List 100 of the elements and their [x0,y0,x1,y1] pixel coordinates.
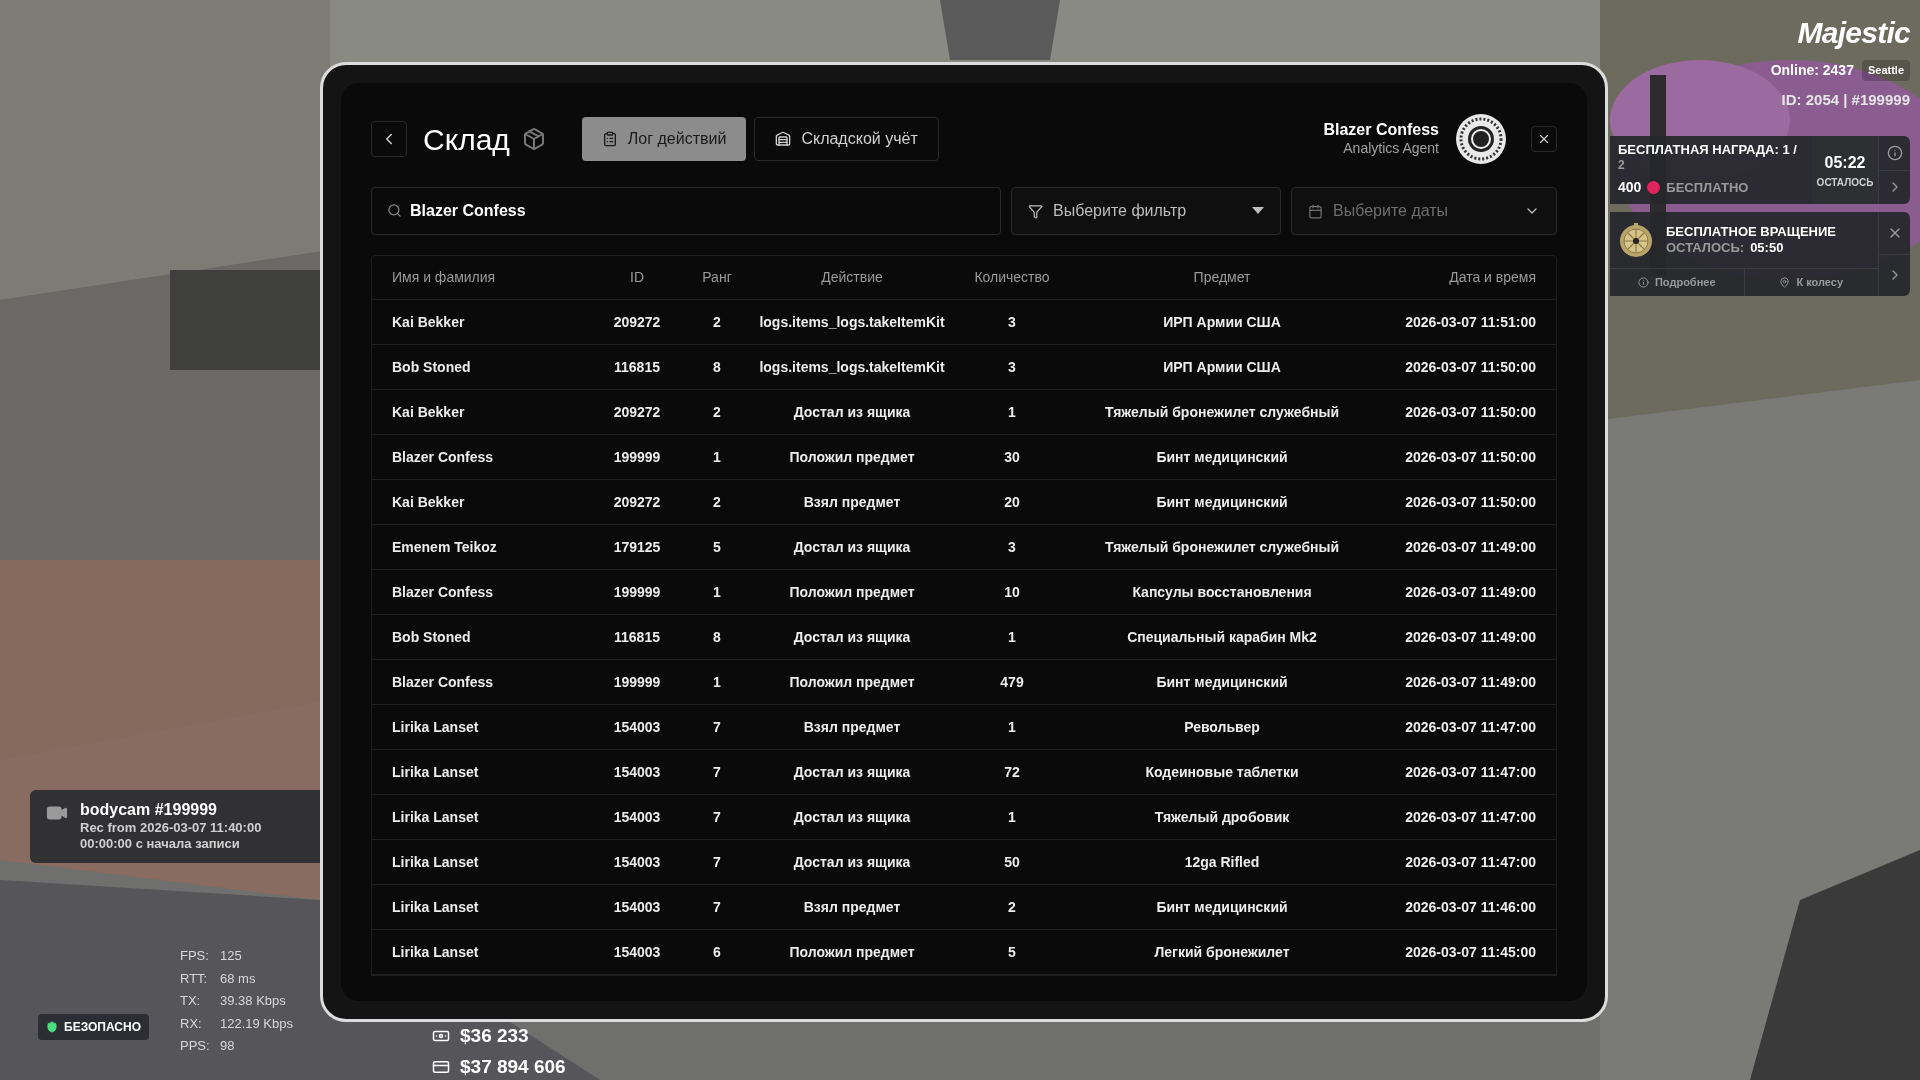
table-cell-text: 154003 [612,942,662,962]
table-cell-text: 2026-03-07 11:50:00 [1404,492,1536,512]
table-cell-text: Кодеиновые таблетки [1144,762,1300,782]
reward-amount: 400 [1618,178,1642,197]
table-cell-text: 154003 [612,717,662,737]
column-header: ID [629,268,645,287]
player-id: ID: 2054 | #199999 [1781,90,1910,110]
table-cell-text: 1 [1007,807,1017,827]
date-picker[interactable]: Выберите даты [1291,187,1557,235]
info-icon [1637,277,1649,288]
table-cell-text: Blazer Confess [392,582,495,602]
spin-title: БЕСПЛАТНОЕ ВРАЩЕНИЕ [1666,223,1836,240]
table-cell-text: 7 [712,852,722,872]
table-cell-text: Достал из ящика [792,402,912,422]
table-cell-text: 209272 [612,492,662,512]
table-cell-text: Достал из ящика [792,762,912,782]
table-cell-text: Kai Bekker [392,312,466,332]
money-amount: $37 894 606 [460,1054,566,1079]
bodycam-info: Rec from 2026-03-07 11:40:00 [80,820,262,837]
table-cell-text: 2026-03-07 11:49:00 [1404,627,1536,647]
close-button[interactable] [1531,126,1557,152]
table-cell-text: 199999 [612,447,662,467]
table-cell-text: Револьвер [1183,717,1261,737]
table-cell-text: 2026-03-07 11:45:00 [1404,942,1536,962]
table-cell-text: Lirika Lanset [392,852,480,872]
reward-title: БЕСПЛАТНАЯ НАГРАДА: 1 / [1618,142,1798,159]
column-header: Дата и время [1448,268,1536,287]
shield-icon [46,1021,58,1033]
table-cell-text: Blazer Confess [392,672,495,692]
online-count: Online: 2437 [1770,61,1854,80]
money-amount: $36 233 [460,1024,529,1048]
game-logo: Majestic [1797,18,1910,48]
warehouse-icon [775,131,792,147]
filter-icon [1028,203,1043,219]
page-title: Склад [423,121,510,158]
table-cell-text: 1 [1007,627,1017,647]
info-icon [1886,144,1903,161]
stat-value: 68 ms [220,969,256,988]
table-cell-text: Положил предмет [788,447,916,467]
table-cell-text: 1 [1007,402,1017,422]
table-cell-text: 20 [1003,492,1021,512]
table-cell-text: 7 [712,807,722,827]
user-role: Analytics Agent [1343,140,1439,158]
back-button[interactable] [371,121,407,157]
stat-label: PPS: [180,1037,211,1055]
table-cell-text: 7 [712,762,722,782]
table-cell-text: Бинт медицинский [1155,447,1289,467]
table-cell-text: 2026-03-07 11:47:00 [1404,762,1536,782]
table-cell-text: 2 [1007,897,1017,917]
table-cell-text: 2026-03-07 11:49:00 [1404,672,1536,692]
table-cell-text: 154003 [612,897,662,917]
table-cell-text: 8 [712,357,722,377]
column-header: Ранг [701,268,733,287]
table-cell-text: Достал из ящика [792,627,912,647]
table-cell-text: 1 [1007,717,1017,737]
table-cell-text: Lirika Lanset [392,717,480,737]
stat-label: TX: [180,992,202,1010]
server-badge: Seattle [1861,60,1910,81]
tab[interactable]: Лог действий [581,117,747,161]
table-cell-text: 2026-03-07 11:50:00 [1404,447,1536,467]
table-cell-text: Бинт медицинский [1155,492,1289,512]
table-cell-text: 2026-03-07 11:47:00 [1404,717,1536,737]
table-cell-text: Взял предмет [802,897,902,917]
table-cell-text: 2 [712,402,722,422]
table-cell-text: 3 [1007,357,1017,377]
table-cell-text: ИРП Армии США [1162,357,1282,377]
table-cell-text: 7 [712,897,722,917]
table-cell-text: Бинт медицинский [1155,897,1289,917]
stat-label: FPS: [180,947,210,965]
table-cell-text: 199999 [612,582,662,602]
table-cell-text: 2026-03-07 11:46:00 [1404,897,1536,917]
table-cell-text: Lirika Lanset [392,897,480,917]
stat-value: 98 [220,1037,235,1055]
details-button[interactable]: Подробнее [1610,269,1745,296]
table-cell-text: 2026-03-07 11:50:00 [1404,402,1536,422]
table-cell-text: 3 [1007,312,1017,332]
search-field[interactable]: Blazer Confess [371,187,1001,235]
table-cell-text: Тяжелый дробовик [1153,807,1291,827]
table-cell-text: Blazer Confess [392,447,495,467]
table-cell-text: 5 [1007,942,1017,962]
table-cell-text: 116815 [613,627,661,647]
stat-label: RX: [180,1014,203,1033]
map-pin-icon [1779,277,1791,288]
zone-badge: БЕЗОПАСНО [38,1014,149,1040]
table-cell-text: Положил предмет [788,582,916,602]
search-icon [387,203,402,218]
tab[interactable]: Складской учёт [754,117,939,161]
table-cell-text: Достал из ящика [792,807,912,827]
column-header: Действие [820,268,884,287]
timer-label: ОСТАЛОСЬ [1816,175,1874,190]
table-cell-text: Bob Stoned [392,357,472,377]
table-cell-text: 479 [999,672,1025,692]
table-cell-text: 2 [712,492,722,512]
table-cell-text: 1 [712,672,722,692]
table-cell-text: 209272 [612,402,662,422]
wheel-button[interactable]: К колесу [1744,269,1878,296]
boxes-icon [521,127,546,151]
table-cell-text: 179125 [612,537,662,557]
reward-total: 2 [1618,158,1626,174]
filter-dropdown[interactable]: Выберите фильтр [1011,187,1281,235]
